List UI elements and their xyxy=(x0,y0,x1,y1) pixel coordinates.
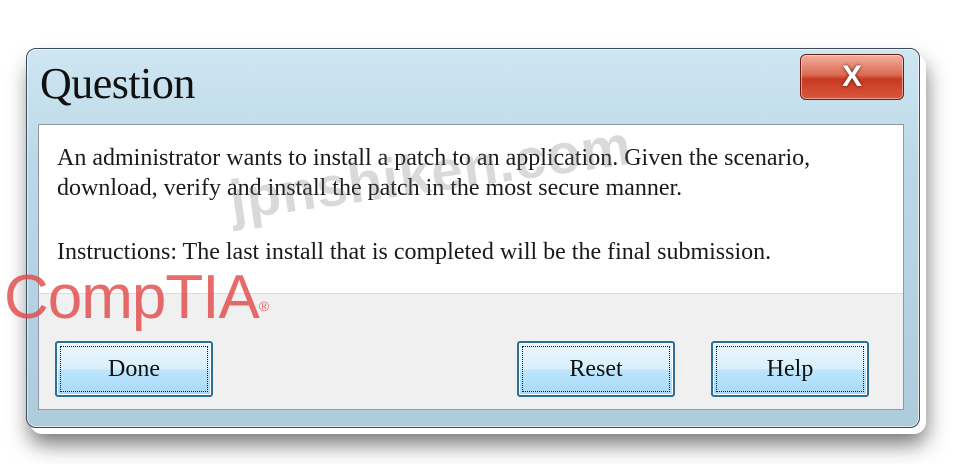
reset-button[interactable]: Reset xyxy=(517,341,675,397)
comptia-logo-text: CompTIA xyxy=(4,263,260,332)
comptia-logo-watermark: CompTIA® xyxy=(4,262,269,333)
close-icon: X xyxy=(841,60,862,93)
help-button[interactable]: Help xyxy=(711,341,869,397)
close-button[interactable]: X xyxy=(800,54,904,100)
registered-mark-icon: ® xyxy=(258,298,269,314)
done-button[interactable]: Done xyxy=(55,341,213,397)
dialog-title: Question xyxy=(40,59,195,108)
